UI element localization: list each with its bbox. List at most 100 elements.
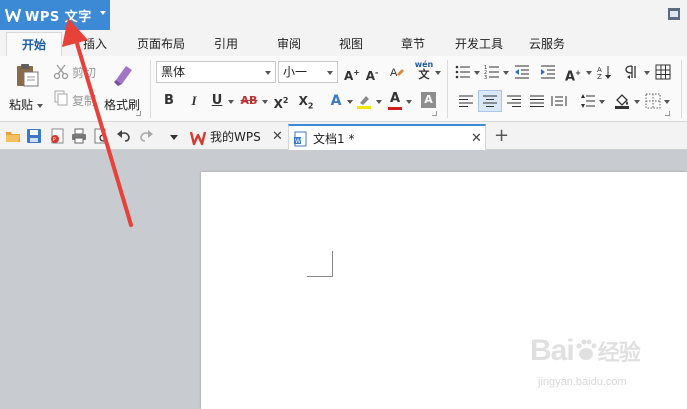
phonetic-guide-button[interactable]: wén 文 xyxy=(414,60,434,81)
ribbon-separator xyxy=(447,60,448,118)
tab-developer[interactable]: 开发工具 xyxy=(448,30,510,56)
document-tab-bar: P 我的WPS ✕ W 文档1 * ✕ xyxy=(0,122,687,150)
highlighter-icon[interactable] xyxy=(356,93,372,109)
tab-review[interactable]: 审阅 xyxy=(266,30,312,56)
line-spacing-icon[interactable] xyxy=(580,93,596,109)
watermark-url: jingyan.baidu.com xyxy=(538,376,627,388)
chevron-down-icon[interactable] xyxy=(347,100,353,104)
text-effect-button[interactable]: A xyxy=(329,93,343,109)
shrink-font-button[interactable]: A- xyxy=(364,65,380,84)
doc-tab-my-wps[interactable]: 我的WPS ✕ xyxy=(186,124,286,150)
align-right-icon[interactable] xyxy=(506,93,522,109)
chevron-down-icon[interactable] xyxy=(664,100,670,104)
chevron-down-icon[interactable] xyxy=(262,100,268,104)
tab-page-layout[interactable]: 页面布局 xyxy=(128,30,194,56)
chevron-down-icon[interactable] xyxy=(586,71,592,75)
align-left-icon[interactable] xyxy=(458,93,474,109)
font-color-button[interactable]: A xyxy=(388,91,402,107)
skin-icon[interactable] xyxy=(667,7,681,21)
paste-button[interactable]: 粘贴 xyxy=(8,60,48,118)
change-case-button[interactable]: A+ xyxy=(564,65,582,85)
format-painter-label: 格式刷 xyxy=(104,98,141,112)
chevron-down-icon[interactable] xyxy=(503,71,509,75)
font-size-select[interactable]: 小一 xyxy=(278,61,338,83)
chevron-down-icon[interactable] xyxy=(406,100,412,104)
title-bar: WPS 文字 xyxy=(0,0,687,30)
chevron-down-icon[interactable] xyxy=(474,71,480,75)
redo-icon[interactable] xyxy=(138,128,154,144)
export-pdf-icon[interactable]: P xyxy=(49,128,65,144)
undo-icon[interactable] xyxy=(116,128,132,144)
open-folder-icon[interactable] xyxy=(5,128,21,144)
baidu-watermark: Bai 经验 jingyan.baidu.com xyxy=(530,330,680,400)
chevron-down-icon[interactable] xyxy=(435,71,441,75)
print-icon[interactable] xyxy=(71,128,87,144)
doc-tab-label: 文档1 * xyxy=(313,132,355,146)
new-tab-button[interactable]: + xyxy=(494,122,509,150)
paragraph-mark-icon[interactable] xyxy=(625,64,641,80)
strikethrough-button[interactable]: AB xyxy=(240,93,258,109)
numbered-list-icon[interactable]: 123 xyxy=(484,64,500,81)
sort-icon[interactable]: AZ xyxy=(597,64,613,81)
bullet-list-icon[interactable] xyxy=(455,64,471,80)
clipboard-dialog-launcher[interactable] xyxy=(136,111,141,116)
superscript-button[interactable]: X2 xyxy=(273,93,289,112)
doc-tab-document1[interactable]: W 文档1 * ✕ xyxy=(288,124,486,150)
paragraph-dialog-launcher[interactable] xyxy=(665,111,670,116)
shading-fill-icon[interactable] xyxy=(614,93,630,109)
brush-icon xyxy=(110,62,136,88)
char-shading-button[interactable]: A xyxy=(421,92,436,108)
close-icon[interactable]: ✕ xyxy=(272,124,283,150)
watermark-brand: Bai 经验 xyxy=(530,334,641,367)
borders-icon[interactable] xyxy=(645,93,661,109)
distribute-icon[interactable] xyxy=(551,93,567,109)
chevron-down-icon xyxy=(100,11,106,15)
quick-access-dropdown[interactable] xyxy=(170,135,178,140)
align-center-button[interactable] xyxy=(478,90,502,112)
tab-references[interactable]: 引用 xyxy=(204,30,248,56)
app-menu-button[interactable]: WPS 文字 xyxy=(0,0,110,30)
doc-tab-label: 我的WPS xyxy=(210,130,261,144)
svg-text:A: A xyxy=(390,67,398,79)
cut-button[interactable]: 剪切 xyxy=(72,64,96,81)
copy-button[interactable]: 复制 xyxy=(72,92,96,109)
decrease-indent-icon[interactable] xyxy=(514,64,530,80)
paste-icon xyxy=(14,62,40,88)
copy-icon[interactable] xyxy=(53,90,69,106)
ribbon-toolbar: 粘贴 剪切 复制 格式刷 黑体 小一 A+ A- A wén 文 B I U AB… xyxy=(0,56,687,122)
document-icon: W xyxy=(293,130,309,147)
grow-font-button[interactable]: A+ xyxy=(344,65,360,84)
save-icon[interactable] xyxy=(26,128,42,144)
align-center-icon xyxy=(482,93,498,109)
tab-sections[interactable]: 章节 xyxy=(390,30,436,56)
chevron-down-icon[interactable] xyxy=(599,100,605,104)
format-painter-button[interactable]: 格式刷 xyxy=(103,60,143,118)
chevron-down-icon[interactable] xyxy=(228,100,234,104)
ribbon-separator xyxy=(681,60,682,118)
page-margin-marker xyxy=(307,251,333,277)
ribbon-tab-bar: 开始 插入 页面布局 引用 审阅 视图 章节 开发工具 云服务 xyxy=(0,30,687,56)
font-name-select[interactable]: 黑体 xyxy=(156,61,276,83)
chevron-down-icon[interactable] xyxy=(376,100,382,104)
underline-button[interactable]: U xyxy=(210,93,224,109)
svg-text:Z: Z xyxy=(597,73,602,80)
svg-text:W: W xyxy=(295,138,301,145)
print-preview-icon[interactable] xyxy=(93,128,109,144)
font-dialog-launcher[interactable] xyxy=(432,111,437,116)
italic-button[interactable]: I xyxy=(187,93,201,109)
table-icon[interactable] xyxy=(655,64,671,80)
justify-icon[interactable] xyxy=(529,93,545,109)
chevron-down-icon[interactable] xyxy=(634,100,640,104)
tab-view[interactable]: 视图 xyxy=(328,30,374,56)
increase-indent-icon[interactable] xyxy=(540,64,556,80)
close-icon[interactable]: ✕ xyxy=(471,126,482,152)
tab-cloud[interactable]: 云服务 xyxy=(520,30,574,56)
app-title: WPS 文字 xyxy=(25,9,92,25)
tab-insert[interactable]: 插入 xyxy=(70,30,120,56)
tab-home[interactable]: 开始 xyxy=(6,32,62,56)
bold-button[interactable]: B xyxy=(162,93,176,109)
chevron-down-icon[interactable] xyxy=(644,71,650,75)
clear-format-icon[interactable]: A xyxy=(389,64,405,80)
scissors-icon[interactable] xyxy=(53,64,69,80)
subscript-button[interactable]: X2 xyxy=(298,93,314,114)
